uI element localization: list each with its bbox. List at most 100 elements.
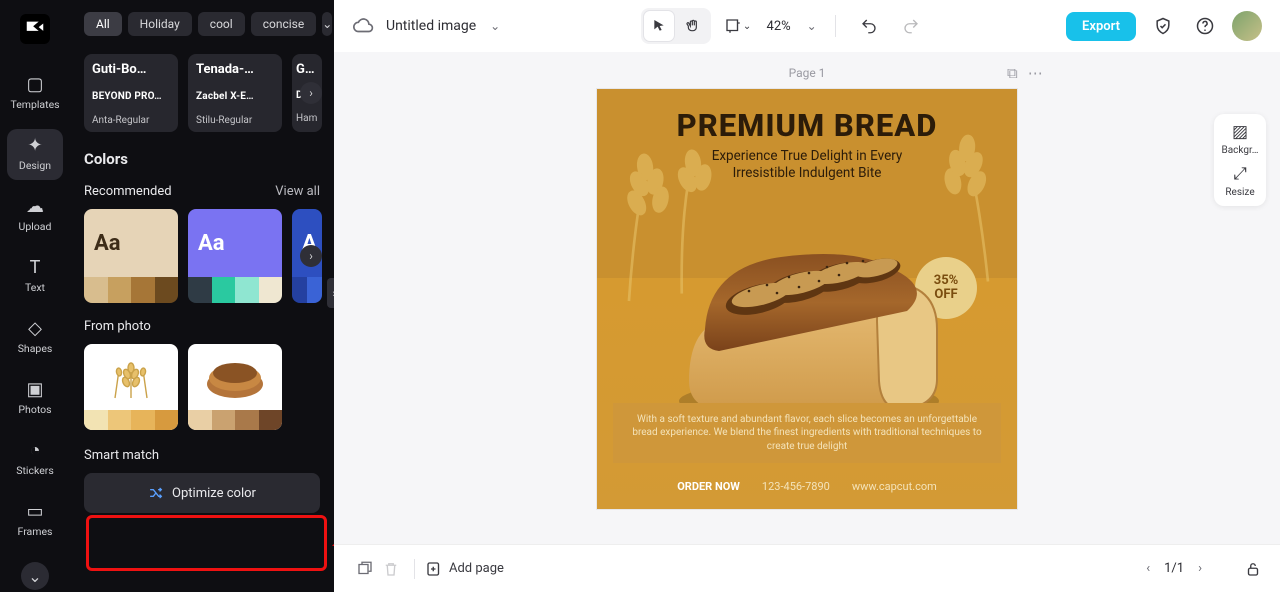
font-pair-row: Guti-Bo… BEYOND PRO… Anta-Regular Tenada… xyxy=(84,54,320,132)
undo-button[interactable] xyxy=(854,11,884,41)
shield-button[interactable] xyxy=(1148,11,1178,41)
scroll-right-button[interactable]: › xyxy=(300,82,322,104)
export-button[interactable]: Export xyxy=(1066,12,1136,41)
bread-thumbnail xyxy=(188,344,282,410)
palette-preview: Aa xyxy=(84,209,178,277)
colors-heading: Colors xyxy=(84,150,320,168)
title-dropdown[interactable]: ⌄ xyxy=(490,19,500,33)
cloud-sync-icon[interactable] xyxy=(352,15,374,37)
add-page-label: Add page xyxy=(449,561,504,576)
rail-frames[interactable]: ▭ Frames xyxy=(7,495,63,546)
background-tool[interactable]: ▨ Backgr… xyxy=(1222,122,1259,156)
order-now: ORDER NOW xyxy=(677,480,740,493)
rail-design[interactable]: ✦ Design xyxy=(7,129,63,180)
art-description: With a soft texture and abundant flavor,… xyxy=(627,413,987,454)
font-line2: Zacbel X-E… xyxy=(196,91,274,102)
font-card[interactable]: Tenada-… Zacbel X-E… Stilu-Regular xyxy=(188,54,282,132)
optimize-label: Optimize color xyxy=(172,486,256,501)
wheat-thumbnail xyxy=(84,344,178,410)
add-page-icon xyxy=(425,560,443,578)
font-line1: Tenada-… xyxy=(196,62,274,77)
palette-card[interactable]: Aa xyxy=(84,209,178,303)
background-icon: ▨ xyxy=(1232,122,1248,142)
rail-label: Templates xyxy=(10,98,59,111)
chip-concise[interactable]: concise xyxy=(251,12,317,36)
artboard[interactable]: PREMIUM BREAD Experience True Delight in… xyxy=(596,88,1018,510)
recommended-label: Recommended xyxy=(84,184,172,199)
document-title[interactable]: Untitled image xyxy=(386,18,476,34)
rail-label: Text xyxy=(25,281,45,294)
resize-tool[interactable]: ⤢ Resize xyxy=(1225,164,1254,198)
phone: 123-456-7890 xyxy=(762,480,830,493)
canvas-area[interactable]: Page 1 ⧉ ⋯ PREMIUM BREAD Experience True… xyxy=(334,52,1280,544)
chip-more[interactable]: ⌄ xyxy=(322,12,332,36)
add-page-button[interactable]: Add page xyxy=(425,560,504,578)
layers-button[interactable] xyxy=(352,556,378,582)
rail-text[interactable]: T Text xyxy=(7,251,63,302)
photos-icon: ▣ xyxy=(26,381,43,399)
page-label: Page 1 xyxy=(789,66,826,80)
palette-card[interactable]: Aa xyxy=(188,209,282,303)
scroll-right-button[interactable]: › xyxy=(300,245,322,267)
font-line2: BEYOND PRO… xyxy=(92,91,170,102)
palette-swatches xyxy=(84,410,178,430)
rail-label: Design xyxy=(19,159,51,172)
rail-templates[interactable]: ▢ Templates xyxy=(7,68,63,119)
rail-label: Upload xyxy=(19,220,52,233)
tool-label: Backgr… xyxy=(1222,145,1259,156)
divider xyxy=(835,15,836,37)
stickers-icon: ◔ xyxy=(30,442,41,460)
rail-photos[interactable]: ▣ Photos xyxy=(7,373,63,424)
text-icon: T xyxy=(30,259,41,277)
user-avatar[interactable] xyxy=(1232,11,1262,41)
capcut-logo-icon xyxy=(24,18,46,40)
layers-icon xyxy=(356,560,374,578)
page-more-icon[interactable]: ⋯ xyxy=(1028,64,1043,82)
design-panel: All Holiday cool concise ⌄ Guti-Bo… BEYO… xyxy=(70,0,334,592)
filter-chips: All Holiday cool concise ⌄ xyxy=(84,12,320,36)
rail-label: Frames xyxy=(18,525,53,538)
chip-cool[interactable]: cool xyxy=(198,12,245,36)
select-tool[interactable] xyxy=(644,11,674,41)
bread-icon xyxy=(200,352,270,402)
rail-shapes[interactable]: ◇ Shapes xyxy=(7,312,63,363)
palette-swatches xyxy=(292,277,322,303)
palette-swatches xyxy=(84,277,178,303)
zoom-level[interactable]: 42% xyxy=(767,19,791,34)
app-logo[interactable] xyxy=(20,14,50,44)
shuffle-icon xyxy=(148,485,164,501)
palette-swatches xyxy=(188,410,282,430)
help-button[interactable] xyxy=(1190,11,1220,41)
delete-page-button[interactable] xyxy=(378,556,404,582)
crop-tool[interactable]: ⌄ xyxy=(723,11,753,41)
view-all-link[interactable]: View all xyxy=(275,184,320,199)
photo-palette-row xyxy=(84,344,320,430)
rail-label: Stickers xyxy=(16,464,53,477)
duplicate-page-icon[interactable]: ⧉ xyxy=(1007,64,1018,82)
optimize-color-button[interactable]: Optimize color xyxy=(84,473,320,513)
from-photo-label: From photo xyxy=(84,319,151,334)
rail-label: Shapes xyxy=(18,342,53,355)
chip-all[interactable]: All xyxy=(84,12,122,36)
photo-palette-card[interactable] xyxy=(84,344,178,430)
page-tools: ⧉ ⋯ xyxy=(1007,64,1043,82)
zoom-dropdown[interactable]: ⌄ xyxy=(807,19,817,33)
rail-stickers[interactable]: ◔ Stickers xyxy=(7,434,63,485)
photo-palette-card[interactable] xyxy=(188,344,282,430)
rail-upload[interactable]: ☁︎ Upload xyxy=(7,190,63,241)
palette-row: Aa Aa A › xyxy=(84,209,320,303)
prev-page[interactable]: ‹ xyxy=(1146,561,1150,576)
redo-button[interactable] xyxy=(896,11,926,41)
cursor-icon xyxy=(651,18,667,34)
next-page[interactable]: › xyxy=(1198,561,1202,576)
bread-image xyxy=(649,211,959,431)
from-photo-header: From photo xyxy=(84,319,320,334)
lock-button[interactable] xyxy=(1244,560,1262,578)
trash-icon xyxy=(382,560,400,578)
font-line3: Anta-Regular xyxy=(92,115,170,126)
font-card[interactable]: Guti-Bo… BEYOND PRO… Anta-Regular xyxy=(84,54,178,132)
font-line3: Stilu-Regular xyxy=(196,115,274,126)
rail-more[interactable]: ⌄ xyxy=(21,562,49,590)
chip-holiday[interactable]: Holiday xyxy=(128,12,192,36)
hand-tool[interactable] xyxy=(678,11,708,41)
